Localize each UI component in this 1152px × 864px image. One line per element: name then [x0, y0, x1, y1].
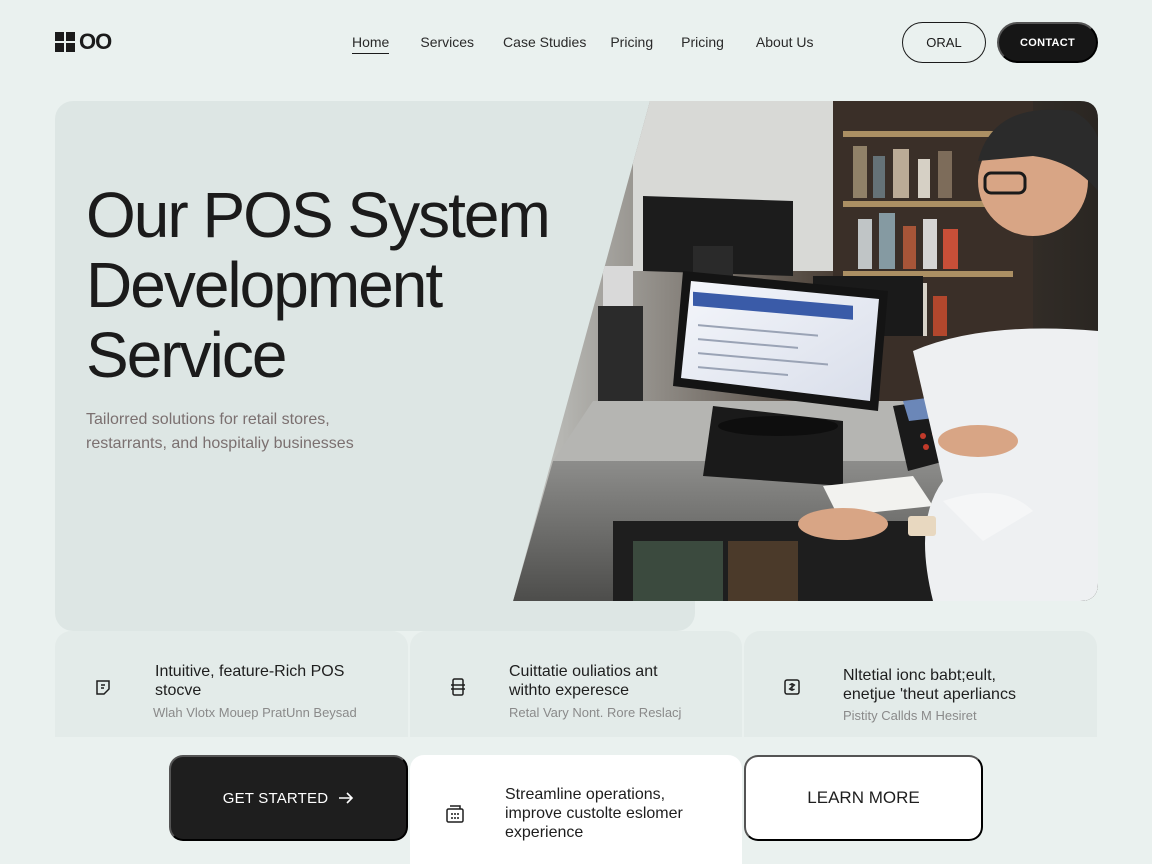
oral-button[interactable]: ORAL	[902, 22, 986, 63]
logo-text: OO	[79, 29, 112, 54]
learn-more-button[interactable]: LEARN MORE	[744, 755, 983, 841]
brand-logo[interactable]: OO	[55, 29, 112, 54]
pos-checkout-photo	[513, 101, 1098, 601]
feature-title-line: Nltetial ionc babt;eult,	[843, 667, 996, 684]
feature-title-line: withto experesce	[509, 682, 630, 699]
streamline-line: improve custolte eslomer	[505, 805, 683, 822]
streamline-card[interactable]: Streamline operations, improve custolte …	[410, 755, 742, 864]
feature-card-currency[interactable]: Nltetial ionc babt;eult, enetjue 'theut …	[744, 631, 1097, 737]
pos-icon	[96, 680, 110, 695]
nav-item-pricing-2[interactable]: Pricing	[681, 34, 724, 54]
feature-title: Intuitive, feature-Rich POS stocve	[155, 662, 395, 700]
hero-subtitle-line-1: Tailorred solutions for retail stores,	[86, 411, 330, 428]
grid-logo-icon	[55, 32, 75, 52]
contact-button[interactable]: CONTACT	[997, 22, 1098, 63]
streamline-line: experience	[505, 824, 584, 841]
nav-item-case-studies[interactable]: Case Studies	[503, 34, 586, 54]
currency-icon	[784, 679, 800, 695]
streamline-text: Streamline operations, improve custolte …	[505, 785, 725, 842]
nav-item-home[interactable]: Home	[352, 34, 390, 54]
hero-subtitle-line-2: restarrants, and hospitaliy businesses	[86, 435, 354, 452]
feature-title-line: enetjue 'theut aperliancs	[843, 686, 1016, 703]
get-started-button[interactable]: GET STARTED	[169, 755, 408, 841]
nav-item-pricing[interactable]: Pricing	[610, 34, 653, 54]
register-icon	[446, 805, 464, 823]
feature-desc: Retal Vary Nont. Rore Reslacj	[509, 705, 682, 720]
hero-subtitle: Tailorred solutions for retail stores, r…	[86, 408, 406, 456]
feature-desc: Pistity Callds M Hesiret	[843, 708, 977, 723]
feature-title-line: Intuitive, feature-Rich POS	[155, 663, 345, 680]
feature-card-terminal[interactable]: Cuittatie ouliatios ant withto experesce…	[410, 631, 742, 737]
terminal-icon	[451, 678, 465, 696]
feature-title: Nltetial ionc babt;eult, enetjue 'theut …	[843, 666, 1083, 704]
main-nav: Home Services Case Studies Pricing Prici…	[352, 34, 814, 54]
feature-card-pos[interactable]: Intuitive, feature-Rich POS stocve Wlah …	[55, 631, 408, 737]
feature-title: Cuittatie ouliatios ant withto experesce	[509, 662, 729, 700]
nav-item-about-us[interactable]: About Us	[756, 34, 814, 54]
feature-desc: Wlah Vlotx Mouep PratUnn Beysad	[153, 705, 357, 720]
streamline-line: Streamline operations,	[505, 786, 666, 803]
feature-title-line: Cuittatie ouliatios ant	[509, 663, 658, 680]
nav-item-services[interactable]: Services	[420, 34, 474, 54]
feature-title-line: stocve	[155, 682, 202, 699]
get-started-label: GET STARTED	[222, 789, 329, 807]
arrow-right-icon	[339, 792, 354, 804]
